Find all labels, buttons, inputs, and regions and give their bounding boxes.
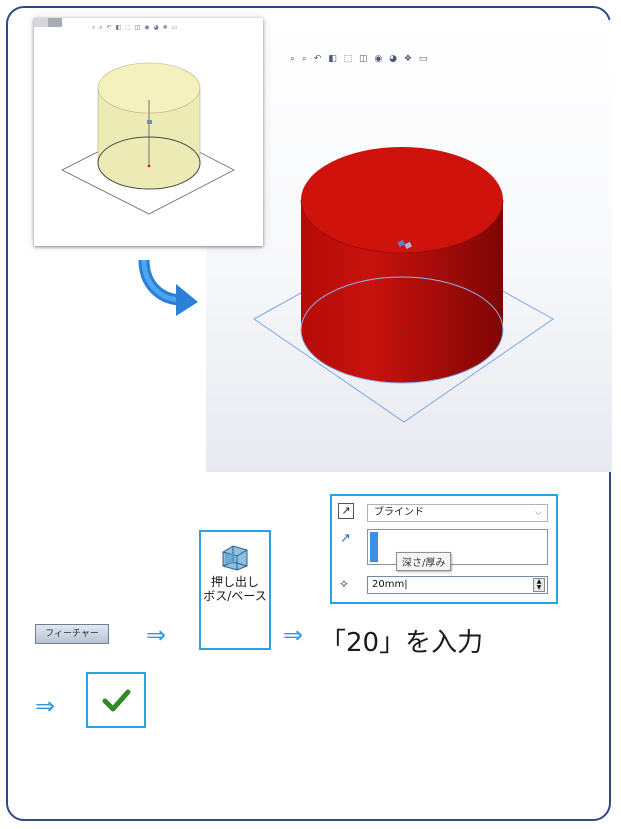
chevron-down-icon: ⌵ (535, 508, 542, 518)
extrude-property-manager: ↗ ブラインド ⌵ ↗ 深さ/厚み ⟡ 20mm| ▲ ▼ (330, 494, 558, 604)
end-condition-value: ブラインド (374, 507, 424, 518)
depth-value: 20mm (372, 579, 405, 590)
extruded-boss-icon (222, 545, 248, 571)
arrow-3: ⇒ (35, 692, 56, 720)
end-condition-select[interactable]: ブラインド ⌵ (367, 504, 548, 522)
instruction-input-text: 「20」を入力 (320, 628, 484, 658)
extruded-cylinder-red (253, 147, 554, 423)
checkmark-icon (102, 689, 131, 712)
reverse-direction-icon[interactable]: ↗ (338, 503, 354, 519)
model-viewport[interactable]: ⌕ ⌕ ↶ ◧ ⬚ ◫ ◉ ◕ ❖ ▭ (206, 20, 612, 472)
preview-thumbnail: ⌕ ⌕ ↶ ◧ ⬚ ◫ ◉ ◕ ❖ ▭ (34, 18, 263, 246)
depth-spinner[interactable]: ▲ ▼ (533, 578, 545, 592)
extrude-label-line1: 押し出し (210, 575, 259, 589)
list-selection-highlight (370, 532, 378, 562)
direction-arrow-icon: ↗ (340, 531, 351, 546)
extruded-boss-base-button[interactable]: 押し出し ボス/ベース (199, 530, 271, 650)
depth-dimension-icon: ⟡ (340, 576, 348, 590)
arrow-2: ⇒ (283, 621, 304, 649)
sketch-cylinder-preview (61, 62, 235, 215)
extrude-label-line2: ボス/ベース (203, 589, 267, 603)
features-tab[interactable]: フィーチャー (35, 624, 109, 644)
curved-arrow-icon (138, 259, 198, 316)
arrow-1: ⇒ (146, 621, 167, 649)
depth-input[interactable]: 20mm| ▲ ▼ (367, 576, 548, 594)
direction-reference-list[interactable] (367, 529, 548, 565)
ok-button[interactable] (86, 672, 146, 728)
extrude-command-label: 押し出し ボス/ベース (201, 575, 269, 603)
depth-tooltip: 深さ/厚み (396, 552, 452, 571)
